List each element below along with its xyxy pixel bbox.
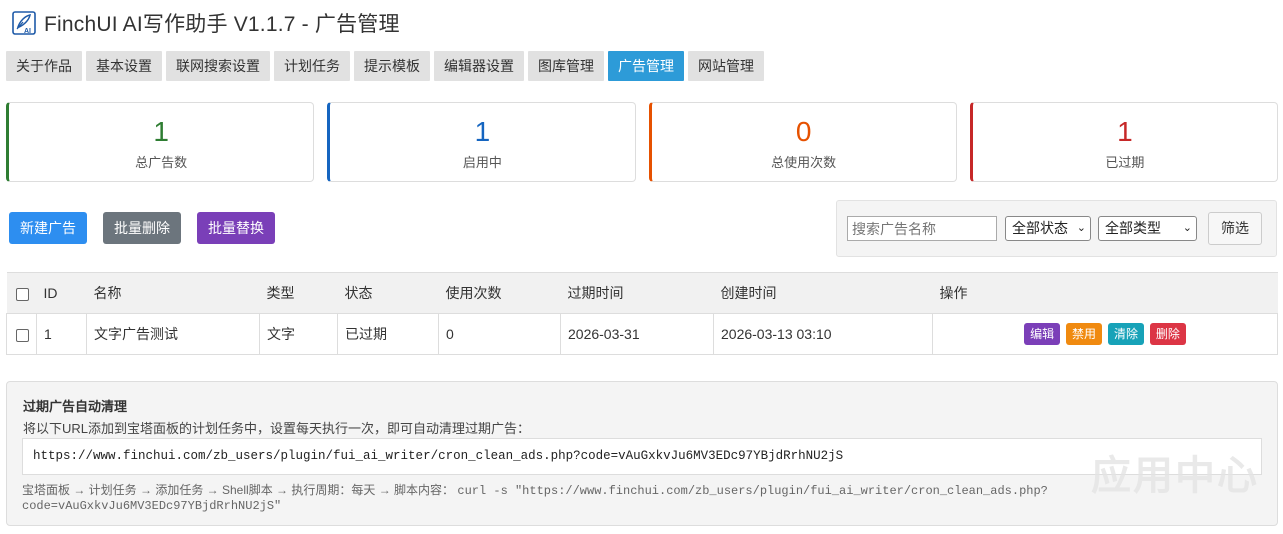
row-checkbox[interactable]	[16, 328, 29, 342]
col-created: 创建时间	[713, 272, 933, 314]
tab-scheduled-tasks[interactable]: 计划任务	[274, 51, 350, 81]
tab-editor-settings[interactable]: 编辑器设置	[434, 51, 524, 81]
watermark: 应用中心	[1091, 454, 1259, 498]
stat-expired-value: 1	[1117, 116, 1133, 147]
clear-button[interactable]: 清除	[1107, 323, 1144, 345]
stat-uses-value: 0	[795, 116, 812, 147]
cell-expire: 2026-03-31	[560, 313, 714, 355]
bulk-delete-button[interactable]: 批量删除	[103, 212, 181, 244]
ads-table: ID 名称 类型 状态 使用次数 过期时间 创建时间 操作 1 文字广告测试 文…	[6, 272, 1278, 355]
delete-button[interactable]: 删除	[1149, 323, 1186, 345]
edit-button[interactable]: 编辑	[1024, 323, 1061, 345]
new-ad-button[interactable]: 新建广告	[9, 212, 87, 244]
cron-steps: 宝塔面板 → 计划任务 → 添加任务 → Shell脚本 → 执行周期：每天 →…	[22, 483, 455, 497]
chevron-down-icon: ⌄	[1076, 222, 1086, 234]
cron-steps-note: 宝塔面板 → 计划任务 → 添加任务 → Shell脚本 → 执行周期：每天 →…	[22, 483, 1062, 513]
cell-status: 已过期	[337, 313, 439, 355]
col-actions: 操作	[932, 272, 1278, 314]
tab-about[interactable]: 关于作品	[6, 51, 82, 81]
select-all-checkbox[interactable]	[16, 287, 29, 301]
page-title: FinchUI AI写作助手 V1.1.7 - 广告管理	[44, 13, 400, 36]
app-header: AI FinchUI AI写作助手 V1.1.7 - 广告管理	[12, 8, 400, 38]
stat-card-uses: 0 总使用次数	[648, 102, 957, 182]
tab-ads[interactable]: 广告管理	[608, 51, 684, 81]
col-uses: 使用次数	[438, 272, 561, 314]
stat-card-total: 1 总广告数	[6, 102, 315, 182]
cron-description: 将以下URL添加到宝塔面板的计划任务中，设置每天执行一次，即可自动清理过期广告：	[23, 421, 531, 436]
stat-uses-label: 总使用次数	[771, 155, 837, 170]
col-status: 状态	[337, 272, 439, 314]
stats-row: 1 总广告数 1 启用中 0 总使用次数 1 已过期	[6, 102, 1278, 182]
status-select-value: 全部状态	[1012, 220, 1068, 236]
stat-total-value: 1	[153, 116, 169, 147]
tab-web-search-settings[interactable]: 联网搜索设置	[166, 51, 270, 81]
tab-basic-settings[interactable]: 基本设置	[86, 51, 162, 81]
filter-button[interactable]: 筛选	[1208, 212, 1262, 245]
type-select[interactable]: 全部类型 ⌄	[1098, 216, 1197, 241]
svg-text:AI: AI	[24, 28, 31, 35]
col-type: 类型	[259, 272, 338, 314]
type-select-value: 全部类型	[1105, 220, 1161, 236]
cell-actions: 编辑 禁用 清除 删除	[932, 313, 1278, 355]
filter-panel: 全部状态 ⌄ 全部类型 ⌄ 筛选	[836, 200, 1277, 257]
main-tabs: 关于作品 基本设置 联网搜索设置 计划任务 提示模板 编辑器设置 图库管理 广告…	[6, 51, 764, 81]
stat-expired-label: 已过期	[1105, 155, 1145, 170]
cell-type: 文字	[259, 313, 338, 355]
col-expire: 过期时间	[560, 272, 714, 314]
stat-active-value: 1	[474, 116, 491, 147]
tab-prompt-templates[interactable]: 提示模板	[354, 51, 430, 81]
cell-created: 2026-03-13 03:10	[713, 313, 933, 355]
tab-sites[interactable]: 网站管理	[688, 51, 764, 81]
ad-search-input[interactable]	[847, 216, 997, 241]
col-id: ID	[36, 272, 87, 314]
action-buttons: 新建广告 批量删除 批量替换	[9, 212, 275, 244]
disable-button[interactable]: 禁用	[1066, 323, 1103, 345]
stat-card-active: 1 启用中	[327, 102, 636, 182]
select-all-cell	[6, 272, 37, 314]
cell-id: 1	[36, 313, 87, 355]
stat-total-label: 总广告数	[135, 155, 188, 170]
col-name: 名称	[86, 272, 260, 314]
cell-uses: 0	[438, 313, 561, 355]
stat-active-label: 启用中	[462, 155, 502, 170]
cron-url[interactable]: https://www.finchui.com/zb_users/plugin/…	[22, 438, 1262, 475]
table-header-row: ID 名称 类型 状态 使用次数 过期时间 创建时间 操作	[6, 272, 1278, 314]
quill-logo-icon: AI	[12, 11, 36, 35]
bulk-replace-button[interactable]: 批量替换	[197, 212, 275, 244]
chevron-down-icon: ⌄	[1182, 222, 1192, 234]
cell-name: 文字广告测试	[86, 313, 260, 355]
cron-info-panel: 过期广告自动清理 将以下URL添加到宝塔面板的计划任务中，设置每天执行一次，即可…	[6, 381, 1278, 526]
status-select[interactable]: 全部状态 ⌄	[1005, 216, 1091, 241]
stat-card-expired: 1 已过期	[969, 102, 1278, 182]
table-row: 1 文字广告测试 文字 已过期 0 2026-03-31 2026-03-13 …	[6, 313, 1278, 355]
tab-gallery[interactable]: 图库管理	[528, 51, 604, 81]
row-select-cell	[6, 313, 37, 355]
cron-title: 过期广告自动清理	[23, 399, 128, 414]
